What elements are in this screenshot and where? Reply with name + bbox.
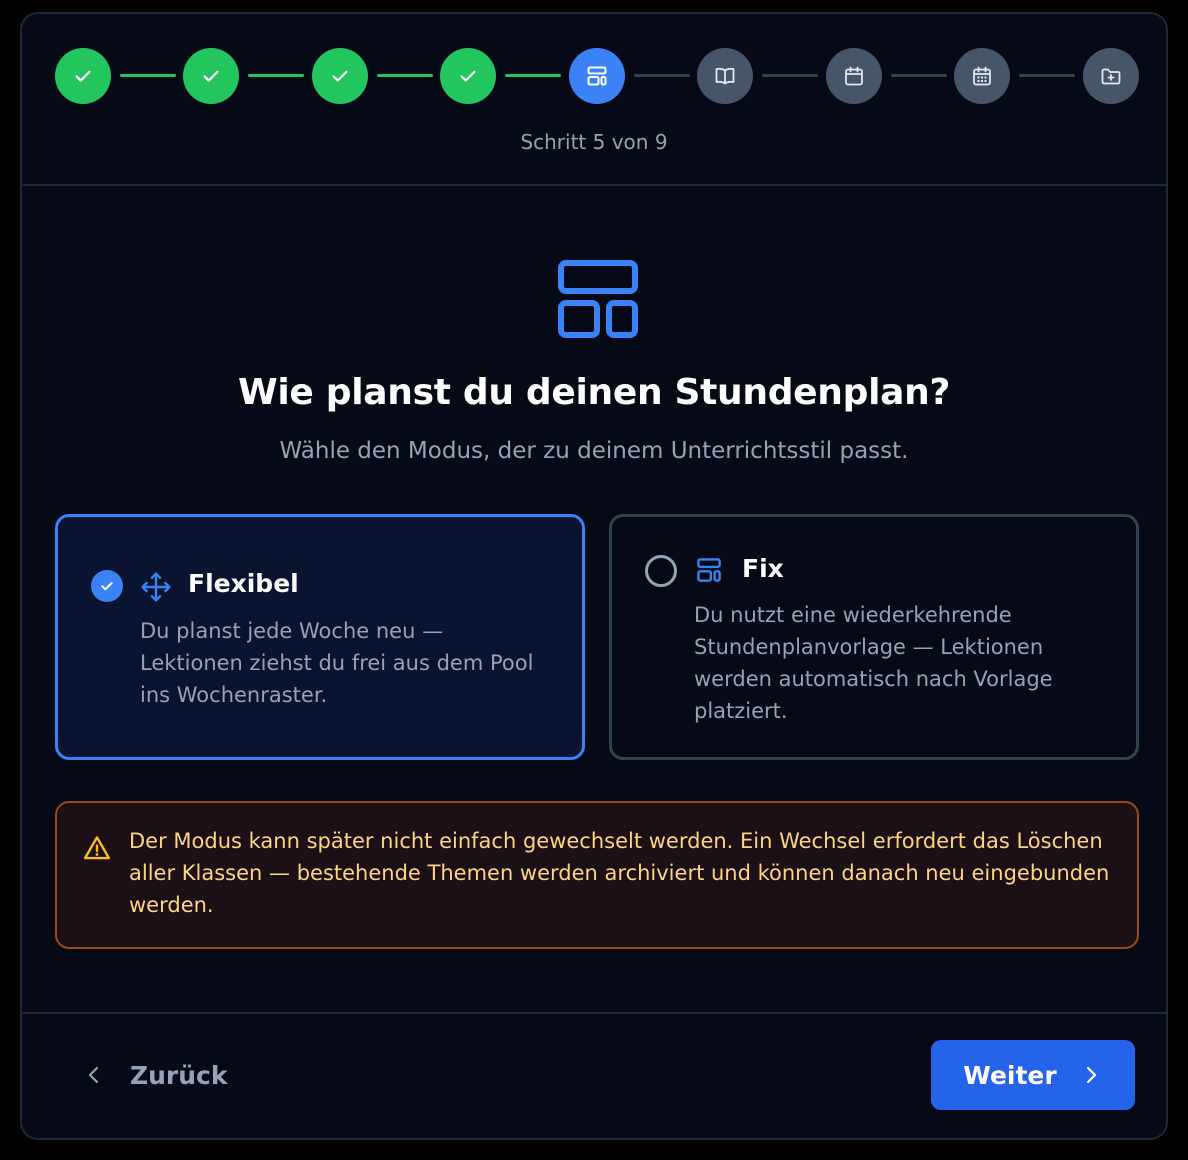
check-icon bbox=[101, 582, 113, 591]
step-connector bbox=[634, 74, 690, 77]
option-card-fix[interactable]: Fix Du nutzt eine wiederkehrende Stunden… bbox=[609, 514, 1139, 760]
warning-banner: Der Modus kann später nicht einfach gewe… bbox=[55, 801, 1139, 949]
next-button-label: Weiter bbox=[963, 1060, 1057, 1090]
step-connector bbox=[120, 74, 176, 77]
layout-icon bbox=[697, 558, 721, 582]
calendar-days-icon bbox=[973, 66, 991, 86]
page-subtitle: Wähle den Modus, der zu deinem Unterrich… bbox=[279, 438, 909, 464]
check-icon bbox=[460, 70, 476, 82]
layout-icon bbox=[558, 260, 638, 338]
calendar-icon bbox=[845, 66, 863, 86]
step-connector bbox=[762, 74, 818, 77]
option-card-flexibel[interactable]: Flexibel Du planst jede Woche neu — Lekt… bbox=[55, 514, 585, 760]
option-description: Du planst jede Woche neu — Lektionen zie… bbox=[140, 619, 534, 707]
next-button[interactable]: Weiter bbox=[931, 1040, 1135, 1110]
option-title: Flexibel bbox=[188, 569, 299, 598]
step-connector bbox=[377, 74, 433, 77]
progress-stepper: Schritt 5 von 9 bbox=[22, 14, 1166, 186]
step-5[interactable] bbox=[569, 48, 625, 104]
step-connector bbox=[891, 74, 947, 77]
page-title: Wie planst du deinen Stundenplan? bbox=[237, 372, 951, 413]
step-3[interactable] bbox=[312, 48, 368, 104]
step-6[interactable] bbox=[697, 48, 753, 104]
step-9[interactable] bbox=[1083, 48, 1139, 104]
step-counter: Schritt 5 von 9 bbox=[520, 130, 668, 154]
move-icon bbox=[141, 572, 171, 602]
onboarding-dialog: Schritt 5 von 9 Wie planst du deinen Stu… bbox=[20, 12, 1168, 1140]
step-connector bbox=[1019, 74, 1075, 77]
dialog-footer: Zurück Weiter bbox=[22, 1012, 1166, 1138]
step-8[interactable] bbox=[954, 48, 1010, 104]
chevron-right-icon bbox=[1086, 1066, 1096, 1084]
selected-indicator bbox=[91, 570, 123, 602]
back-button-label: Zurück bbox=[130, 1060, 228, 1090]
check-icon bbox=[203, 70, 219, 82]
step-connector bbox=[505, 74, 561, 77]
option-description: Du nutzt eine wiederkehrende Stundenplan… bbox=[694, 603, 1053, 723]
warning-triangle-icon bbox=[83, 836, 111, 860]
step-7[interactable] bbox=[826, 48, 882, 104]
check-icon bbox=[75, 70, 91, 82]
warning-text: Der Modus kann später nicht einfach gewe… bbox=[129, 829, 1110, 917]
option-title: Fix bbox=[742, 554, 784, 583]
step-connector bbox=[248, 74, 304, 77]
folder-plus-icon bbox=[1101, 68, 1121, 85]
radio-button[interactable] bbox=[645, 555, 677, 587]
step-4[interactable] bbox=[440, 48, 496, 104]
layout-icon bbox=[587, 66, 607, 86]
chevron-left-icon bbox=[88, 1066, 99, 1084]
step-1[interactable] bbox=[55, 48, 111, 104]
back-button[interactable]: Zurück bbox=[82, 1040, 228, 1110]
book-open-icon bbox=[715, 67, 735, 85]
check-icon bbox=[332, 70, 348, 82]
step-2[interactable] bbox=[183, 48, 239, 104]
